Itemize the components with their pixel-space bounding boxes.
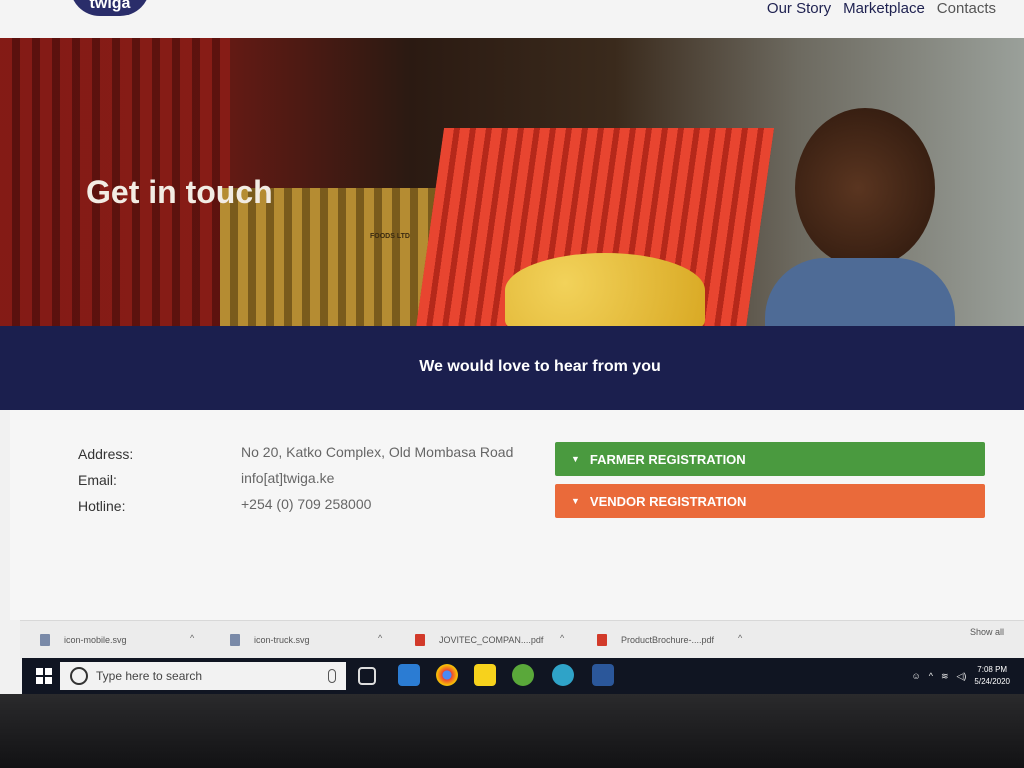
bananas-image	[505, 253, 705, 326]
hotline-label: Hotline:	[78, 498, 126, 514]
app-icon[interactable]	[512, 664, 534, 686]
download-filename: JOVITEC_COMPAN....pdf	[439, 635, 544, 645]
farmer-registration-accordion[interactable]: ▼ FARMER REGISTRATION	[555, 442, 985, 476]
top-nav: twiga Our Story Marketplace Contacts	[0, 0, 1024, 38]
download-item[interactable]: ProductBrochure-....pdf	[597, 621, 714, 659]
clock-time: 7:08 PM	[977, 665, 1008, 674]
tagline-text: We would love to hear from you	[419, 358, 661, 375]
download-item[interactable]: icon-truck.svg	[230, 621, 310, 659]
windows-start-icon[interactable]	[36, 668, 52, 684]
people-icon[interactable]: ☺	[912, 671, 921, 681]
pdf-icon	[415, 634, 425, 646]
hero-title: Get in touch	[86, 174, 273, 210]
word-icon[interactable]	[592, 664, 614, 686]
chevron-up-icon[interactable]: ^	[378, 633, 382, 643]
browser-screen: twiga Our Story Marketplace Contacts FOO…	[0, 0, 1024, 694]
monitor-bezel	[0, 694, 1024, 768]
clock-date: 5/24/2020	[974, 677, 1010, 686]
app-icon[interactable]	[552, 664, 574, 686]
pdf-icon	[597, 634, 607, 646]
download-filename: ProductBrochure-....pdf	[621, 635, 715, 645]
farmer-registration-label: FARMER REGISTRATION	[589, 451, 746, 467]
cortana-icon	[70, 667, 88, 685]
clock[interactable]: 7:08 PM 5/24/2020	[974, 664, 1010, 688]
face-image	[795, 108, 935, 268]
download-item[interactable]: icon-mobile.svg	[40, 621, 127, 659]
address-label: Address:	[78, 446, 134, 462]
chevron-up-icon[interactable]: ^	[190, 633, 194, 643]
download-filename: icon-mobile.svg	[64, 635, 127, 645]
search-placeholder: Type here to search	[96, 669, 203, 683]
mail-app-icon[interactable]	[398, 664, 420, 686]
chevron-up-icon[interactable]: ^	[738, 633, 742, 643]
hero-image: FOODS LTD Get in touch	[0, 38, 1024, 326]
taskbar-search-input[interactable]: Type here to search	[60, 662, 346, 690]
tagline-banner: We would love to hear from you	[0, 326, 1024, 410]
show-all-link[interactable]: Show all	[970, 627, 1004, 637]
microphone-icon[interactable]	[328, 669, 336, 683]
chevron-up-icon[interactable]: ^	[560, 633, 564, 643]
shirt-image	[765, 258, 955, 326]
windows-taskbar: Type here to search ☺ ^ ≋ ◁) 7:08 PM 5/2…	[22, 658, 1024, 694]
vendor-registration-accordion[interactable]: ▼ VENDOR REGISTRATION	[555, 484, 985, 518]
crate-label: FOODS LTD	[370, 233, 410, 240]
caret-down-icon: ▼	[571, 496, 580, 506]
vendor-registration-label: VENDOR REGISTRATION	[589, 493, 747, 509]
email-value[interactable]: info[at]twiga.ke	[241, 470, 334, 486]
download-item[interactable]: JOVITEC_COMPAN....pdf	[415, 621, 543, 659]
system-tray: ☺ ^ ≋ ◁) 7:08 PM 5/24/2020	[912, 658, 1011, 694]
nav-link-contacts[interactable]: Contacts	[937, 0, 996, 17]
file-icon	[40, 634, 50, 646]
chevron-up-icon[interactable]: ^	[929, 671, 933, 681]
contact-section: Address: No 20, Katko Complex, Old Momba…	[10, 410, 1024, 620]
wifi-icon[interactable]: ≋	[941, 671, 949, 682]
woman-photo	[765, 98, 975, 326]
chrome-icon[interactable]	[436, 664, 458, 686]
download-bar: icon-mobile.svg ^ icon-truck.svg ^ JOVIT…	[20, 620, 1024, 659]
volume-icon[interactable]: ◁)	[956, 671, 966, 682]
caret-down-icon: ▼	[571, 454, 580, 464]
task-view-icon[interactable]	[358, 667, 376, 685]
file-icon	[230, 634, 240, 646]
nav-links: Our Story Marketplace Contacts	[767, 0, 996, 17]
sticky-notes-icon[interactable]	[474, 664, 496, 686]
nav-link-our-story[interactable]: Our Story	[767, 0, 831, 17]
download-filename: icon-truck.svg	[254, 635, 310, 645]
hotline-value[interactable]: +254 (0) 709 258000	[241, 496, 371, 512]
nav-link-marketplace[interactable]: Marketplace	[843, 0, 925, 17]
address-value: No 20, Katko Complex, Old Mombasa Road	[241, 444, 514, 460]
twiga-logo[interactable]: twiga	[70, 0, 150, 16]
email-label: Email:	[78, 472, 117, 488]
